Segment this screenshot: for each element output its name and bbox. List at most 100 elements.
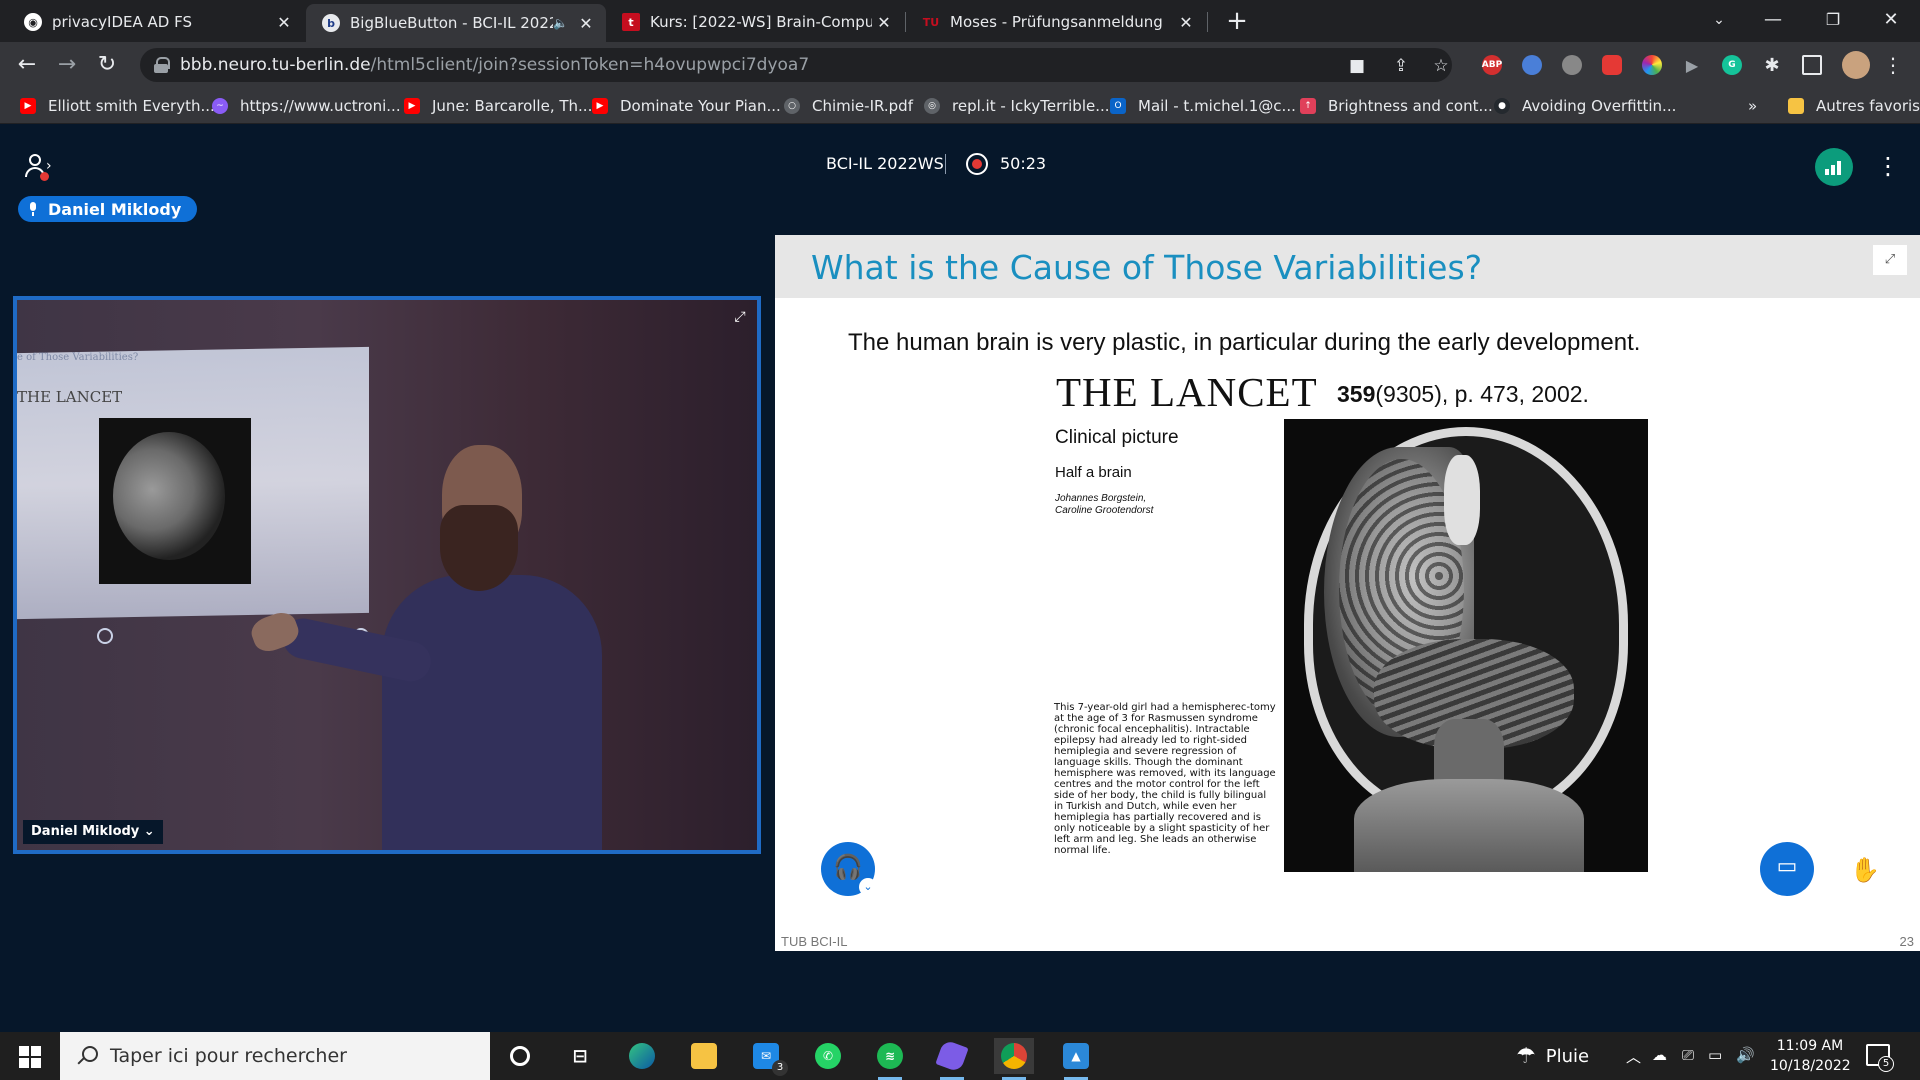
- youtube-icon: ▶: [404, 98, 420, 114]
- chrome-menu-icon[interactable]: ⋮: [1878, 50, 1908, 80]
- camera-blocked-icon[interactable]: ■: [1348, 57, 1366, 75]
- fullscreen-icon[interactable]: ⤢: [1873, 245, 1907, 275]
- whatsapp-app[interactable]: ✆: [808, 1038, 848, 1074]
- obsidian-app[interactable]: [932, 1038, 972, 1080]
- spotify-app[interactable]: ≋: [870, 1038, 910, 1080]
- extension-blue-icon[interactable]: [1522, 55, 1542, 75]
- raise-hand-button[interactable]: ✋: [1838, 842, 1892, 896]
- task-view-icon: ⊟: [572, 1045, 588, 1067]
- bookmark-item[interactable]: ○ Chimie-IR.pdf: [784, 96, 913, 116]
- article-subheading: Half a brain: [1055, 464, 1132, 481]
- connection-status-button[interactable]: [1815, 148, 1853, 186]
- task-view-button[interactable]: ⊟: [560, 1038, 600, 1074]
- bookmark-item[interactable]: O Mail - t.michel.1@c...: [1110, 96, 1296, 116]
- mail-app[interactable]: ✉ 3: [746, 1038, 788, 1076]
- system-clock[interactable]: 11:09 AM 10/18/2022: [1770, 1036, 1851, 1076]
- signal-bar-icon: [1825, 169, 1829, 175]
- meet-now-icon[interactable]: ⎚: [1682, 1046, 1694, 1064]
- tu-icon: t: [622, 13, 640, 31]
- citation-volume: 359: [1337, 381, 1376, 407]
- bookmark-item[interactable]: ▶ June: Barcarolle, Th...: [404, 96, 592, 116]
- extensions-puzzle-icon[interactable]: ✱: [1762, 55, 1782, 76]
- chrome-app[interactable]: [994, 1038, 1034, 1080]
- bookmark-item[interactable]: ↑ Brightness and cont...: [1300, 96, 1493, 116]
- webcam-user-label[interactable]: Daniel Miklody ⌄: [23, 820, 163, 844]
- cortana-button[interactable]: [500, 1038, 540, 1074]
- youtube-icon: ▶: [20, 98, 36, 114]
- folder-icon: [1788, 98, 1804, 114]
- adblock-plus-icon[interactable]: ABP: [1482, 55, 1502, 75]
- options-menu-icon[interactable]: ⋮: [1876, 152, 1900, 182]
- share-icon[interactable]: ⇪: [1392, 57, 1410, 75]
- file-explorer-app[interactable]: [684, 1038, 724, 1074]
- presentation-toggle-button[interactable]: ▭: [1760, 842, 1814, 896]
- folder-icon: [691, 1043, 717, 1069]
- edge-app[interactable]: [622, 1038, 662, 1074]
- profile-avatar[interactable]: [1842, 51, 1870, 79]
- citation: 359(9305), p. 473, 2002.: [1337, 381, 1589, 408]
- webcam-video[interactable]: e of Those Variabilities? THE LANCET ⤢ D…: [13, 296, 761, 854]
- photos-app[interactable]: ▲: [1056, 1038, 1096, 1080]
- audio-button[interactable]: 🎧 ⌄: [821, 842, 877, 896]
- bookmark-item[interactable]: ~ https://www.uctroni...: [212, 96, 401, 116]
- lock-icon[interactable]: [154, 57, 170, 73]
- youtube-extension-icon[interactable]: [1602, 55, 1622, 75]
- mri-neck: [1354, 779, 1584, 872]
- notification-center-icon[interactable]: 5: [1866, 1044, 1894, 1072]
- bookmarks-overflow-button[interactable]: »: [1748, 96, 1757, 116]
- minimize-button[interactable]: —: [1746, 0, 1800, 40]
- show-hidden-icons-chevron-icon[interactable]: ︿: [1626, 1046, 1641, 1067]
- url-path: /html5client/join?sessionToken=h4ovupwpc…: [370, 55, 810, 75]
- tab-kurs[interactable]: t Kurs: [2022-WS] Brain-Computer ✕: [606, 4, 904, 40]
- color-picker-icon[interactable]: [1642, 55, 1662, 75]
- forward-button[interactable]: →: [52, 50, 82, 80]
- windows-logo-square: [19, 1058, 29, 1068]
- tab-title: BigBlueButton - BCI-IL 2022W: [350, 14, 554, 32]
- mail-count-badge: 3: [772, 1060, 788, 1076]
- volume-icon[interactable]: 🔊: [1736, 1046, 1755, 1064]
- close-window-button[interactable]: ✕: [1864, 0, 1918, 40]
- recording-indicator-icon[interactable]: [966, 153, 988, 175]
- bookmark-item[interactable]: ◎ repl.it - IckyTerrible...: [924, 96, 1110, 116]
- bookmark-item[interactable]: ● Avoiding Overfittin...: [1494, 96, 1676, 116]
- bookmark-star-icon[interactable]: ☆: [1432, 57, 1450, 75]
- user-list-toggle[interactable]: ›: [24, 152, 54, 181]
- close-tab-icon[interactable]: ✕: [574, 14, 598, 33]
- taskbar-search-box[interactable]: Taper ici pour rechercher: [60, 1032, 490, 1080]
- presentation-slide[interactable]: What is the Cause of Those Variabilities…: [775, 235, 1920, 951]
- reload-button[interactable]: ↻: [92, 50, 122, 80]
- bookmark-item[interactable]: ▶ Elliott smith Everyth...: [20, 96, 215, 116]
- battery-icon[interactable]: ▭: [1708, 1046, 1722, 1064]
- tab-search-icon[interactable]: ⌄: [1692, 0, 1746, 40]
- bookmark-label: Elliott smith Everyth...: [48, 97, 215, 115]
- play-extension-icon[interactable]: ▶: [1682, 55, 1702, 75]
- whatsapp-icon: ✆: [815, 1043, 841, 1069]
- restore-button[interactable]: ❐: [1806, 0, 1860, 40]
- back-button[interactable]: ←: [12, 50, 42, 80]
- audio-options-chevron-icon[interactable]: ⌄: [859, 878, 877, 896]
- presenter-person: [247, 445, 602, 850]
- side-panel-icon[interactable]: [1802, 55, 1822, 75]
- talking-indicator[interactable]: Daniel Miklody: [18, 196, 198, 222]
- tab-bigbluebutton[interactable]: b BigBlueButton - BCI-IL 2022W 🔈 ✕: [306, 4, 606, 42]
- close-tab-icon[interactable]: ✕: [1174, 13, 1198, 32]
- weather-widget[interactable]: ☂ Pluie: [1516, 1044, 1589, 1069]
- tab-privacyidea[interactable]: ◉ privacyIDEA AD FS ✕: [8, 4, 304, 40]
- umbrella-icon: ☂: [1516, 1044, 1536, 1069]
- camera-toggle-button[interactable]: ⊘: [899, 842, 953, 896]
- grammarly-icon[interactable]: G: [1722, 55, 1742, 75]
- extension-owl-icon[interactable]: [1562, 55, 1582, 75]
- address-bar[interactable]: bbb.neuro.tu-berlin.de /html5client/join…: [140, 48, 1452, 82]
- tab-moses[interactable]: TU Moses - Prüfungsanmeldung ✕: [906, 4, 1206, 40]
- fullscreen-icon[interactable]: ⤢: [729, 306, 751, 328]
- close-tab-icon[interactable]: ✕: [272, 13, 296, 32]
- onedrive-icon[interactable]: ☁: [1652, 1046, 1667, 1064]
- search-icon: [76, 1046, 98, 1066]
- speaker-icon[interactable]: 🔈: [553, 16, 568, 30]
- bookmark-item[interactable]: ▶ Dominate Your Pian...: [592, 96, 781, 116]
- start-button[interactable]: [0, 1032, 60, 1080]
- globe-icon: ○: [784, 98, 800, 114]
- other-bookmarks-folder[interactable]: Autres favoris: [1788, 96, 1920, 116]
- close-tab-icon[interactable]: ✕: [872, 13, 896, 32]
- new-tab-button[interactable]: +: [1222, 6, 1252, 36]
